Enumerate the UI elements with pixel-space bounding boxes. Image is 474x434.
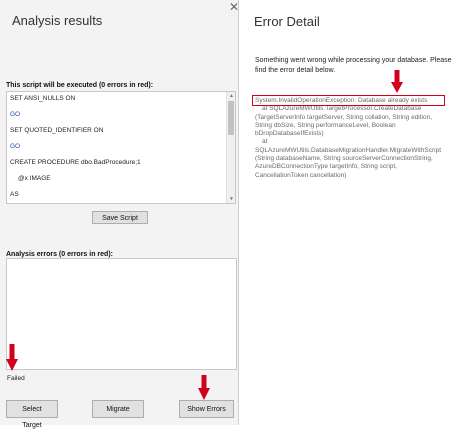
error-line: AzureDBConnectionType targetInfo, String…: [255, 163, 397, 171]
error-line: bDropDatabaseIfExists): [255, 130, 324, 138]
chevron-down-icon[interactable]: ▼: [227, 195, 235, 203]
panel-title: Analysis results: [12, 13, 103, 28]
error-line: SQLAzureMWUtils.DatabaseMigrationHandler…: [255, 146, 442, 154]
script-section-label: This script will be executed (0 errors i…: [6, 82, 154, 89]
analysis-results-panel: Analysis results This script will be exe…: [0, 0, 239, 429]
error-highlight-box: [252, 95, 445, 106]
error-line: at: [262, 138, 268, 146]
error-detail-panel: Error Detail Something went wrong while …: [241, 0, 474, 425]
error-line: at SQLAzureMWUtils.TargetProcessor.Creat…: [262, 105, 422, 113]
script-line: SET QUOTED_IDENTIFIER ON: [10, 127, 104, 134]
save-script-button[interactable]: Save Script: [92, 211, 148, 224]
panel-title: Error Detail: [254, 14, 320, 29]
status-text: Failed: [7, 375, 25, 382]
script-line-keyword: GO: [10, 143, 21, 150]
script-textbox[interactable]: SET ANSI_NULLS ON GO SET QUOTED_IDENTIFI…: [6, 91, 236, 204]
script-line: AS: [10, 191, 19, 198]
error-line: String dbSize, String performanceLevel, …: [255, 121, 396, 129]
script-line: @x IMAGE: [18, 175, 51, 182]
show-errors-button[interactable]: Show Errors: [179, 400, 234, 418]
script-line: SET ANSI_NULLS ON: [10, 95, 76, 102]
error-line: (TargetServerInfo targetServer, String c…: [255, 113, 433, 121]
errors-section-label: Analysis errors (0 errors in red):: [6, 251, 113, 258]
error-line: CancellationToken cancellation): [255, 171, 347, 179]
error-intro-text: Something went wrong while processing yo…: [255, 57, 452, 74]
script-scrollbar[interactable]: ▲ ▼: [226, 92, 235, 203]
close-icon[interactable]: ✕: [229, 1, 239, 13]
script-line: CREATE PROCEDURE dbo.BadProcedure;1: [10, 159, 141, 166]
down-arrow-icon: [391, 70, 403, 93]
error-line: (String databaseName, String sourceServe…: [255, 155, 433, 163]
scrollbar-thumb[interactable]: [228, 101, 234, 135]
error-detail-text: System.InvalidOperationException: Databa…: [255, 97, 460, 180]
chevron-up-icon[interactable]: ▲: [227, 92, 235, 100]
down-arrow-icon: [198, 375, 210, 400]
select-target-button[interactable]: Select Target: [6, 400, 58, 429]
analysis-errors-box[interactable]: [6, 258, 237, 370]
migrate-button[interactable]: Migrate: [92, 400, 144, 418]
script-line-keyword: GO: [10, 111, 21, 118]
down-arrow-icon: [6, 344, 18, 371]
